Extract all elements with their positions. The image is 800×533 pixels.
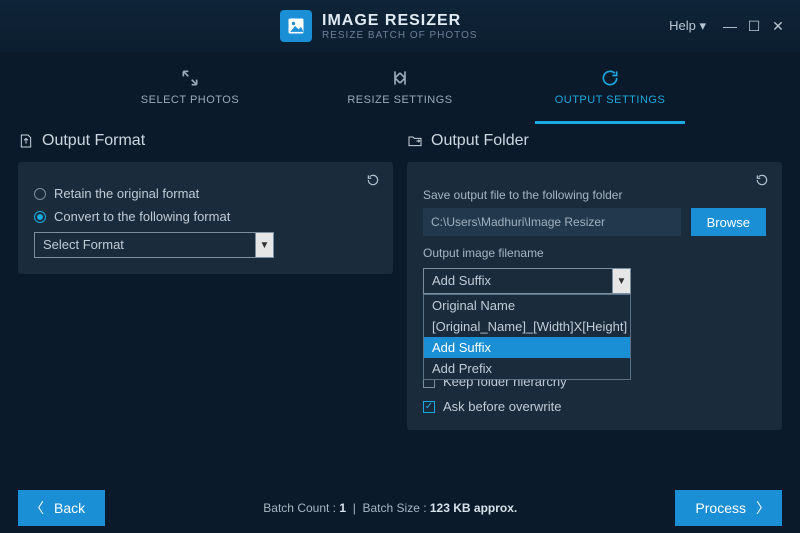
browse-button[interactable]: Browse <box>691 208 766 236</box>
output-folder-header: Output Folder <box>407 132 782 150</box>
output-path-input[interactable] <box>423 208 681 236</box>
undo-icon <box>366 173 380 187</box>
filename-select-toggle[interactable]: ▼ <box>613 268 631 294</box>
output-format-panel: Retain the original format Convert to th… <box>18 162 393 274</box>
checkbox-ask-overwrite[interactable]: ✓ Ask before overwrite <box>423 399 766 414</box>
reset-folder-button[interactable] <box>752 170 772 190</box>
tab-output-settings[interactable]: OUTPUT SETTINGS <box>535 52 685 124</box>
process-button[interactable]: Process 〉 <box>675 490 782 526</box>
format-select-toggle[interactable]: ▼ <box>256 232 274 258</box>
title-bar: IMAGE RESIZER RESIZE BATCH OF PHOTOS Hel… <box>0 0 800 52</box>
radio-retain-format[interactable]: Retain the original format <box>34 186 377 201</box>
refresh-icon <box>600 68 620 88</box>
checkbox-icon: ✓ <box>423 401 435 413</box>
back-button[interactable]: 〈 Back <box>18 490 105 526</box>
format-select[interactable]: Select Format <box>34 232 256 258</box>
close-button[interactable]: ✕ <box>766 18 790 35</box>
chevron-left-icon: 〈 <box>30 498 44 518</box>
app-title-block: IMAGE RESIZER RESIZE BATCH OF PHOTOS <box>322 12 478 41</box>
save-folder-label: Save output file to the following folder <box>423 188 766 202</box>
footer-bar: 〈 Back Batch Count : 1 | Batch Size : 12… <box>0 483 800 533</box>
folder-export-icon <box>407 133 423 149</box>
filename-option[interactable]: [Original_Name]_[Width]X[Height] <box>424 316 630 337</box>
filename-option[interactable]: Add Suffix <box>424 337 630 358</box>
filename-option[interactable]: Original Name <box>424 295 630 316</box>
filename-label: Output image filename <box>423 246 766 260</box>
tab-bar: SELECT PHOTOS RESIZE SETTINGS OUTPUT SET… <box>0 52 800 124</box>
app-subtitle: RESIZE BATCH OF PHOTOS <box>322 30 478 41</box>
filename-option[interactable]: Add Prefix <box>424 358 630 379</box>
chevron-right-icon: 〉 <box>756 498 770 518</box>
app-title: IMAGE RESIZER <box>322 12 478 30</box>
expand-icon <box>180 68 200 88</box>
output-format-header: Output Format <box>18 132 393 150</box>
export-icon <box>18 133 34 149</box>
help-menu[interactable]: Help ▾ <box>669 18 706 34</box>
radio-convert-format[interactable]: Convert to the following format <box>34 209 377 224</box>
tab-select-photos[interactable]: SELECT PHOTOS <box>115 52 265 124</box>
filename-select[interactable]: Add Suffix <box>423 268 613 294</box>
batch-status: Batch Count : 1 | Batch Size : 123 KB ap… <box>105 501 675 515</box>
reset-format-button[interactable] <box>363 170 383 190</box>
radio-icon <box>34 211 46 223</box>
minimize-button[interactable]: — <box>718 18 742 34</box>
radio-icon <box>34 188 46 200</box>
output-folder-panel: Save output file to the following folder… <box>407 162 782 430</box>
app-logo <box>280 10 312 42</box>
undo-icon <box>755 173 769 187</box>
filename-dropdown: Original Name [Original_Name]_[Width]X[H… <box>423 294 631 380</box>
tab-resize-settings[interactable]: RESIZE SETTINGS <box>325 52 475 124</box>
maximize-button[interactable]: ☐ <box>742 18 766 35</box>
resize-icon <box>390 68 410 88</box>
